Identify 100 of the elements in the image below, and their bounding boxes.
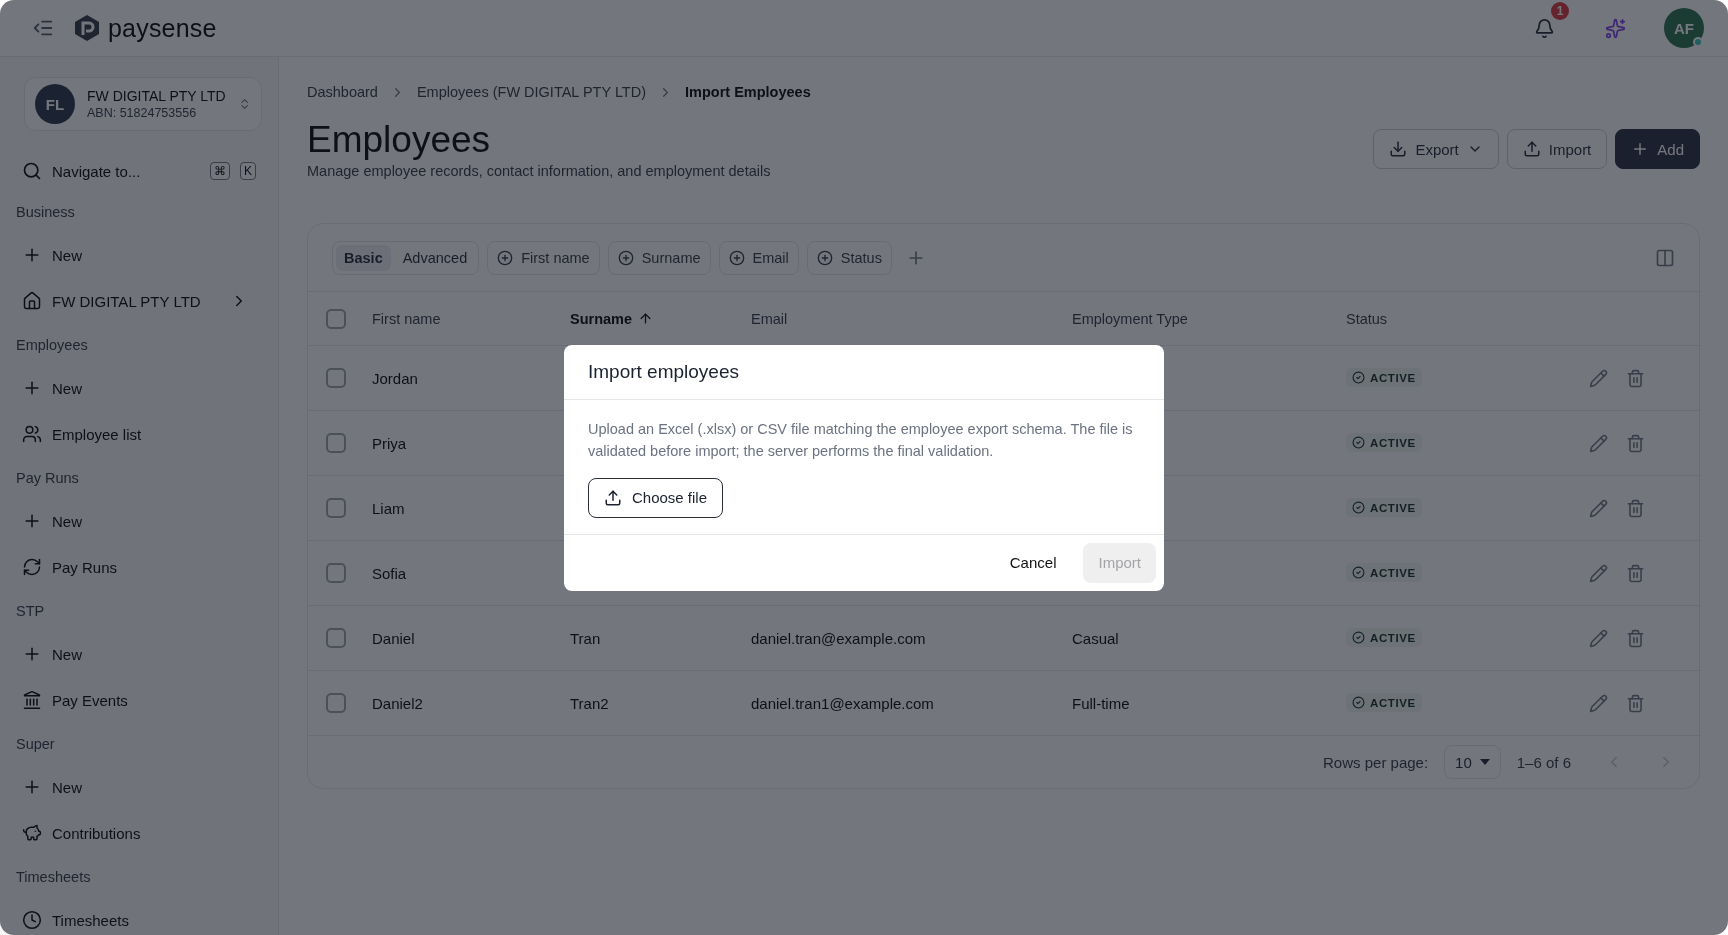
filter-mode-tab[interactable]: Basic (336, 244, 391, 271)
edit-icon[interactable] (1589, 563, 1608, 583)
cancel-button[interactable]: Cancel (994, 542, 1072, 583)
bank-icon (22, 690, 42, 710)
upload-icon (1522, 140, 1541, 158)
table-cell: daniel.tran@example.com (751, 629, 926, 647)
table-cell: Daniel2 (372, 694, 423, 712)
row-checkbox[interactable] (326, 563, 346, 583)
table-cell: daniel.tran1@example.com (751, 694, 934, 712)
notification-bell-icon[interactable] (1534, 17, 1555, 39)
filter-chip[interactable]: Email (718, 240, 799, 275)
select-all-checkbox[interactable] (326, 308, 346, 329)
edit-icon[interactable] (1589, 368, 1608, 388)
section-title: Super (16, 735, 55, 752)
status-badge: ACTIVE (1346, 628, 1422, 647)
filter-mode-tab[interactable]: Advanced (394, 244, 476, 271)
edit-icon[interactable] (1589, 693, 1608, 713)
export-button[interactable]: Export (1373, 129, 1499, 169)
shortcut-key: ⌘ (210, 162, 230, 180)
page-title: Employees (307, 119, 492, 161)
caret-icon (1479, 759, 1490, 765)
table-cell: Priya (372, 434, 407, 452)
breadcrumb-link[interactable]: Employees (FW DIGITAL PTY LTD) (416, 84, 647, 100)
sidebar-item[interactable]: FW DIGITAL PTY LTD (52, 292, 220, 310)
user-avatar[interactable]: AF (1664, 8, 1704, 48)
edit-icon[interactable] (1589, 433, 1608, 453)
company-abn: ABN: 51824753556 (87, 106, 198, 120)
refresh-icon (22, 557, 42, 577)
sidebar-item[interactable]: Pay Runs (52, 558, 256, 576)
sidebar-item[interactable]: Employee list (52, 425, 256, 443)
choose-file-button[interactable]: Choose file (588, 477, 724, 518)
column-header[interactable]: Employment Type (1060, 310, 1334, 327)
delete-icon[interactable] (1626, 563, 1645, 583)
table-cell: Daniel (372, 629, 415, 647)
row-checkbox[interactable] (326, 693, 346, 713)
table-cell: Liam (372, 499, 405, 517)
sidebar-item[interactable]: New (52, 379, 256, 397)
delete-icon[interactable] (1626, 498, 1645, 518)
filter-chip[interactable]: Surname (607, 240, 711, 275)
company-name: FW DIGITAL PTY LTD (87, 88, 226, 104)
dialog-title: Import employees (588, 360, 740, 383)
delete-icon[interactable] (1626, 693, 1645, 713)
filter-chip[interactable]: First name (487, 240, 600, 275)
column-header[interactable]: Surname (558, 310, 739, 327)
sidebar-item[interactable]: New (52, 778, 256, 796)
sparkle-icon[interactable] (1605, 17, 1626, 39)
upload-icon (604, 488, 622, 507)
search-icon (22, 161, 42, 181)
company-avatar: FL (35, 84, 75, 124)
company-switcher[interactable]: FL FW DIGITAL PTY LTD ABN: 51824753556 (24, 77, 262, 131)
delete-icon[interactable] (1626, 433, 1645, 453)
logo-icon (74, 14, 100, 42)
sidebar-item[interactable]: Timesheets (52, 911, 256, 929)
column-header[interactable]: Status (1334, 310, 1589, 327)
breadcrumb-link[interactable]: Import Employees (685, 84, 811, 100)
circle-plus-icon (728, 249, 745, 266)
filter-chip[interactable]: Status (806, 240, 892, 275)
pagination-range: 1–6 of 6 (1516, 753, 1571, 771)
sidebar-item[interactable]: Contributions (52, 824, 256, 842)
sidebar-item[interactable]: New (52, 246, 256, 264)
status-badge: ACTIVE (1346, 563, 1422, 582)
table-cell: Jordan (372, 369, 418, 387)
table-cell: Full-time (1072, 694, 1130, 712)
rows-per-page-label: Rows per page: (1323, 753, 1429, 771)
edit-icon[interactable] (1589, 498, 1608, 518)
edit-icon[interactable] (1589, 628, 1608, 648)
add-button[interactable]: Add (1615, 129, 1700, 169)
sidebar-item[interactable]: New (52, 645, 256, 663)
status-badge: ACTIVE (1346, 693, 1422, 712)
columns-icon[interactable] (1655, 247, 1675, 268)
table-cell: Tran2 (570, 694, 609, 712)
row-checkbox[interactable] (326, 368, 346, 388)
sidebar-item[interactable]: New (52, 512, 256, 530)
shortcut-key: K (240, 162, 256, 180)
rows-per-page-select[interactable]: 10 (1444, 745, 1501, 779)
section-title: Business (16, 203, 75, 220)
import-button[interactable]: Import (1506, 129, 1608, 169)
navigate-search[interactable]: Navigate to... (52, 162, 200, 180)
section-title: Timesheets (16, 868, 91, 885)
row-checkbox[interactable] (326, 628, 346, 648)
row-checkbox[interactable] (326, 498, 346, 518)
home-icon (22, 291, 42, 311)
circle-plus-icon (497, 249, 514, 266)
circle-plus-icon (617, 249, 634, 266)
section-title: Employees (16, 336, 88, 353)
delete-icon[interactable] (1626, 368, 1645, 388)
column-header[interactable]: First name (360, 310, 558, 327)
row-checkbox[interactable] (326, 433, 346, 453)
table-cell: Sofia (372, 564, 407, 582)
sidebar-item[interactable]: Pay Events (52, 691, 256, 709)
table-cell: Casual (1072, 629, 1119, 647)
users-icon (22, 424, 42, 444)
section-title: Pay Runs (16, 469, 79, 486)
breadcrumb-link[interactable]: Dashboard (307, 84, 378, 100)
delete-icon[interactable] (1626, 628, 1645, 648)
column-header[interactable]: Email (739, 310, 1060, 327)
logo-text: paysense (108, 13, 217, 43)
clock-icon (22, 910, 42, 930)
status-badge: ACTIVE (1346, 433, 1422, 452)
table-cell: Tran (570, 629, 601, 647)
